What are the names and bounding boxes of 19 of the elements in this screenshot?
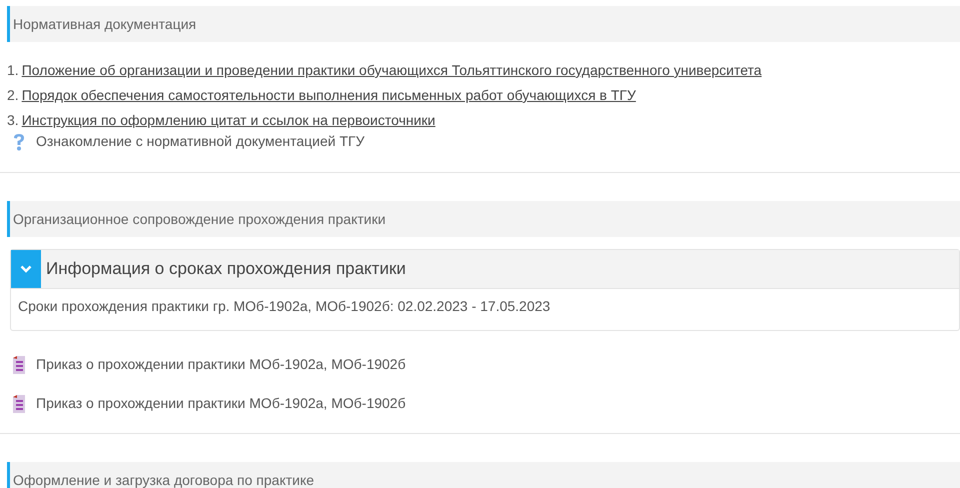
- document-link[interactable]: Порядок обеспечения самостоятельности выполнения письменных работ обучающихся в ТГУ: [22, 86, 636, 104]
- document-link[interactable]: Положение об организации и проведении практики обучающихся Тольяттинского государственного университета: [22, 61, 762, 79]
- list-number: 1.: [7, 61, 19, 79]
- document-icon: [10, 394, 28, 414]
- chevron-icon: [20, 265, 32, 273]
- panel-text: Сроки прохождения практики гр. МОб-1902а, МОб-1902б: 02.02.2023 - 17.05.2023: [18, 298, 550, 314]
- list-number: 2.: [7, 86, 19, 104]
- collapse-toggle[interactable]: [11, 250, 41, 288]
- help-text: Ознакомление с нормативной документацией ТГУ: [36, 132, 365, 151]
- document-icon: [10, 354, 28, 374]
- help-icon: [12, 132, 26, 150]
- section-title: Оформление и загрузка договора по практике: [13, 470, 314, 488]
- panel-title: Информация о сроках прохождения практики: [45, 258, 406, 280]
- document-link[interactable]: Приказ о прохождении практики МОб-1902а, МОб-1902б: [36, 393, 406, 414]
- list-number: 3.: [7, 111, 19, 129]
- section-title: Организационное сопровождение прохождения практики: [13, 210, 386, 229]
- document-link[interactable]: Приказ о прохождении практики МОб-1902а, МОб-1902б: [36, 354, 406, 375]
- document-link[interactable]: Инструкция по оформлению цитат и ссылок на первоисточники: [22, 111, 436, 129]
- section-title: Нормативная документация: [13, 14, 196, 34]
